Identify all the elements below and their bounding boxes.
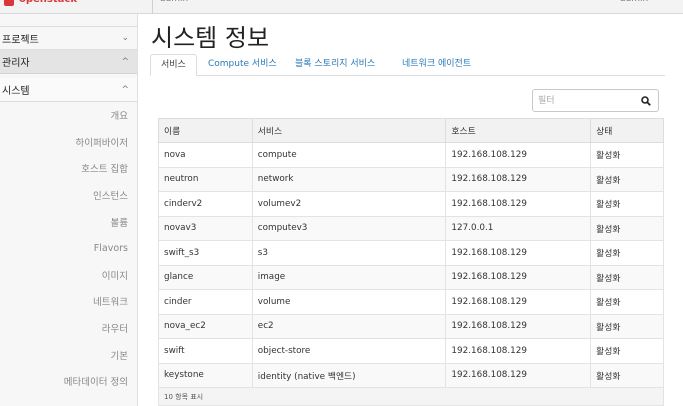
cell-host: 192.168.108.129 [445, 264, 592, 290]
topbar-divider [152, 0, 153, 13]
user-menu[interactable]: admin [620, 0, 648, 4]
sidebar-item-instances[interactable]: 인스턴스 [0, 182, 137, 209]
cell-service: compute [251, 142, 447, 168]
tab-bar: 서비스 Compute 서비스 블록 스토리지 서비스 네트워크 에이전트 [150, 54, 665, 76]
tab-compute-services[interactable]: Compute 서비스 [208, 54, 277, 76]
sidebar: 프로젝트 ⌄ 관리자 ^ 시스템 ^ 개요 하이퍼바이저 호스트 집합 인스턴스… [0, 14, 138, 406]
filter-input[interactable] [533, 90, 633, 111]
table-row: glance image 192.168.108.129 활성화 [158, 264, 664, 290]
sidebar-panel-project[interactable]: 프로젝트 ⌄ [0, 26, 137, 50]
column-header-service[interactable]: 서비스 [251, 118, 447, 143]
cell-name: novav3 [158, 215, 253, 241]
cell-host: 192.168.108.129 [445, 289, 592, 315]
tab-network-agents[interactable]: 네트워크 에이전트 [402, 54, 471, 76]
cell-name: neutron [158, 166, 253, 192]
sidebar-panel-label: 프로젝트 [2, 34, 39, 46]
sidebar-item-overview[interactable]: 개요 [0, 102, 137, 129]
sidebar-item-metadata-definitions[interactable]: 메타데이터 정의 [0, 368, 137, 395]
table-row: cinder volume 192.168.108.129 활성화 [158, 289, 664, 315]
tab-services[interactable]: 서비스 [150, 54, 197, 76]
cell-status: 활성화 [590, 240, 664, 266]
table-footer-row: 10 항목 표시 [158, 387, 664, 406]
cell-host: 192.168.108.129 [445, 166, 592, 192]
cell-status: 활성화 [590, 215, 664, 241]
cell-name: cinder [158, 289, 253, 315]
brand-name[interactable]: openstack [19, 0, 77, 5]
cell-name: glance [158, 264, 253, 290]
main-content: 시스템 정보 서비스 Compute 서비스 블록 스토리지 서비스 네트워크 … [138, 14, 683, 406]
cell-status: 활성화 [590, 142, 664, 168]
cell-host: 127.0.0.1 [445, 215, 592, 241]
table-row: novav3 computev3 127.0.0.1 활성화 [158, 215, 664, 241]
cell-name: cinderv2 [158, 191, 253, 217]
table-row: cinderv2 volumev2 192.168.108.129 활성화 [158, 191, 664, 217]
search-icon [641, 95, 651, 106]
sidebar-panel-admin[interactable]: 관리자 ^ [0, 50, 137, 74]
cell-host: 192.168.108.129 [445, 362, 592, 388]
sidebar-item-hypervisors[interactable]: 하이퍼바이저 [0, 129, 137, 156]
sidebar-item-volumes[interactable]: 볼륨 [0, 208, 137, 235]
sidebar-nav-list: 개요 하이퍼바이저 호스트 집합 인스턴스 볼륨 Flavors 이미지 네트워… [0, 102, 137, 395]
cell-name: keystone [158, 362, 253, 388]
table-row: keystone identity (native 백엔드) 192.168.1… [158, 362, 664, 388]
table-row: swift_s3 s3 192.168.108.129 활성화 [158, 240, 664, 266]
chevron-up-icon: ^ [121, 84, 129, 95]
cell-name: swift [158, 338, 253, 364]
table-row: nova_ec2 ec2 192.168.108.129 활성화 [158, 313, 664, 339]
cell-host: 192.168.108.129 [445, 338, 592, 364]
tab-block-storage-services[interactable]: 블록 스토리지 서비스 [295, 54, 375, 76]
column-header-status[interactable]: 상태 [590, 118, 664, 143]
sidebar-group-label: 시스템 [2, 86, 30, 97]
sidebar-item-host-aggregates[interactable]: 호스트 집합 [0, 155, 137, 182]
cell-name: nova [158, 142, 253, 168]
sidebar-item-images[interactable]: 이미지 [0, 262, 137, 289]
sidebar-group-system[interactable]: 시스템 ^ [0, 78, 137, 102]
cell-service: image [251, 264, 447, 290]
filter-box [532, 89, 659, 112]
cell-name: nova_ec2 [158, 313, 253, 339]
cell-host: 192.168.108.129 [445, 313, 592, 339]
cell-status: 활성화 [590, 338, 664, 364]
cell-host: 192.168.108.129 [445, 191, 592, 217]
page-title: 시스템 정보 [151, 24, 270, 52]
table-row: swift object-store 192.168.108.129 활성화 [158, 338, 664, 364]
cell-status: 활성화 [590, 264, 664, 290]
services-table: 이름 서비스 호스트 상태 nova compute 192.168.108.1… [158, 118, 664, 406]
sidebar-item-defaults[interactable]: 기본 [0, 341, 137, 368]
table-row: neutron network 192.168.108.129 활성화 [158, 166, 664, 192]
cell-service: object-store [251, 338, 447, 364]
item-count: 10 항목 표시 [158, 387, 664, 406]
cell-status: 활성화 [590, 166, 664, 192]
cell-service: volumev2 [251, 191, 447, 217]
sidebar-item-flavors[interactable]: Flavors [0, 235, 137, 262]
cell-status: 활성화 [590, 313, 664, 339]
sidebar-item-networks[interactable]: 네트워크 [0, 288, 137, 315]
cell-host: 192.168.108.129 [445, 142, 592, 168]
table-row: nova compute 192.168.108.129 활성화 [158, 142, 664, 168]
chevron-down-icon: ⌄ [121, 33, 129, 43]
sidebar-item-routers[interactable]: 라우터 [0, 315, 137, 342]
column-header-name[interactable]: 이름 [158, 118, 253, 143]
table-header-row: 이름 서비스 호스트 상태 [158, 118, 664, 143]
cell-name: swift_s3 [158, 240, 253, 266]
openstack-logo-icon[interactable] [4, 0, 14, 6]
filter-button[interactable] [634, 90, 658, 111]
column-header-host[interactable]: 호스트 [445, 118, 592, 143]
top-navbar: openstack admin admin [0, 0, 683, 14]
cell-status: 활성화 [590, 191, 664, 217]
chevron-up-icon: ^ [121, 56, 129, 67]
cell-status: 활성화 [590, 289, 664, 315]
table-body: nova compute 192.168.108.129 활성화 neutron… [158, 142, 664, 388]
cell-service: ec2 [251, 313, 447, 339]
cell-service: computev3 [251, 215, 447, 241]
cell-host: 192.168.108.129 [445, 240, 592, 266]
cell-service: identity (native 백엔드) [251, 362, 447, 388]
sidebar-panel-label: 관리자 [2, 58, 30, 69]
project-selector[interactable]: admin [160, 0, 188, 4]
cell-service: network [251, 166, 447, 192]
cell-service: s3 [251, 240, 447, 266]
cell-service: volume [251, 289, 447, 315]
cell-status: 활성화 [590, 362, 664, 388]
